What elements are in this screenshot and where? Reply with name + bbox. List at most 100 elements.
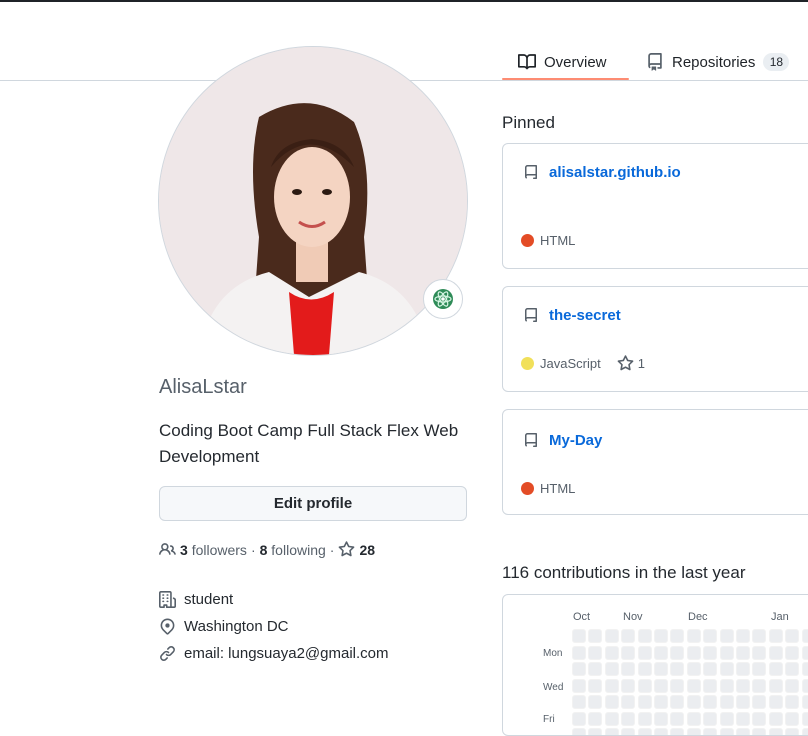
contribution-day-cell[interactable] [703,645,718,660]
contribution-day-cell[interactable] [654,645,668,660]
contribution-day-cell[interactable] [670,662,685,676]
status-badge[interactable] [423,279,463,319]
contribution-day-cell[interactable] [686,728,701,735]
contribution-day-cell[interactable] [752,629,767,643]
contribution-day-cell[interactable] [604,629,619,643]
contribution-day-cell[interactable] [785,695,800,709]
contribution-day-cell[interactable] [637,629,652,643]
contribution-day-cell[interactable] [719,728,734,735]
contribution-day-cell[interactable] [752,645,767,660]
contribution-day-cell[interactable] [703,662,718,676]
contribution-day-cell[interactable] [703,728,718,735]
contribution-day-cell[interactable] [752,695,767,709]
contribution-day-cell[interactable] [686,678,701,693]
contribution-day-cell[interactable] [670,629,685,643]
contribution-day-cell[interactable] [637,695,652,709]
contribution-day-cell[interactable] [686,662,701,676]
contribution-day-cell[interactable] [670,678,685,693]
contribution-day-cell[interactable] [719,645,734,660]
contribution-day-cell[interactable] [752,711,767,726]
contribution-day-cell[interactable] [785,645,800,660]
contribution-day-cell[interactable] [686,711,701,726]
contribution-day-cell[interactable] [785,662,800,676]
contribution-day-cell[interactable] [572,678,586,693]
contribution-day-cell[interactable] [588,695,603,709]
contribution-day-cell[interactable] [719,678,734,693]
contribution-day-cell[interactable] [654,678,668,693]
contribution-day-cell[interactable] [736,645,750,660]
contribution-day-cell[interactable] [588,645,603,660]
contribution-day-cell[interactable] [604,728,619,735]
contribution-day-cell[interactable] [801,695,808,709]
tab-overview[interactable]: Overview [518,44,607,80]
contribution-day-cell[interactable] [588,629,603,643]
contribution-day-cell[interactable] [604,678,619,693]
contribution-day-cell[interactable] [588,662,603,676]
contribution-day-cell[interactable] [768,645,783,660]
edit-profile-button[interactable]: Edit profile [159,486,467,521]
contribution-day-cell[interactable] [604,711,619,726]
stars-link[interactable]: 28 [338,541,375,558]
contribution-day-cell[interactable] [768,695,783,709]
email-text[interactable]: email: lungsuaya2@gmail.com [184,645,389,662]
following-link[interactable]: 8 following [260,542,326,558]
contribution-day-cell[interactable] [719,695,734,709]
contribution-day-cell[interactable] [670,695,685,709]
contribution-day-cell[interactable] [588,728,603,735]
contribution-day-cell[interactable] [621,695,636,709]
contribution-day-cell[interactable] [654,728,668,735]
contribution-day-cell[interactable] [801,728,808,735]
contribution-day-cell[interactable] [752,678,767,693]
contribution-day-cell[interactable] [801,645,808,660]
contribution-day-cell[interactable] [572,728,586,735]
contribution-day-cell[interactable] [572,662,586,676]
tab-repositories[interactable]: Repositories 18 [646,44,790,80]
contribution-day-cell[interactable] [752,662,767,676]
contribution-day-cell[interactable] [785,711,800,726]
contribution-day-cell[interactable] [785,728,800,735]
contribution-day-cell[interactable] [719,711,734,726]
contribution-day-cell[interactable] [785,629,800,643]
contribution-day-cell[interactable] [621,711,636,726]
contribution-day-cell[interactable] [588,711,603,726]
contribution-day-cell[interactable] [572,629,586,643]
avatar[interactable] [159,47,467,355]
avatar-container[interactable] [159,47,467,355]
contribution-day-cell[interactable] [801,662,808,676]
contribution-day-cell[interactable] [621,645,636,660]
contribution-day-cell[interactable] [736,662,750,676]
contribution-day-cell[interactable] [703,678,718,693]
contribution-day-cell[interactable] [604,695,619,709]
contribution-day-cell[interactable] [572,695,586,709]
contribution-day-cell[interactable] [621,678,636,693]
contribution-day-cell[interactable] [736,629,750,643]
contribution-day-cell[interactable] [637,728,652,735]
contribution-day-cell[interactable] [686,695,701,709]
contribution-day-cell[interactable] [752,728,767,735]
repo-link[interactable]: My-Day [549,432,602,449]
contribution-day-cell[interactable] [604,662,619,676]
followers-link[interactable]: 3 followers [180,542,247,558]
repo-stars[interactable]: 1 [617,355,645,372]
contribution-day-cell[interactable] [654,629,668,643]
contribution-day-cell[interactable] [654,711,668,726]
contribution-day-cell[interactable] [768,629,783,643]
contribution-day-cell[interactable] [637,678,652,693]
repo-link[interactable]: alisalstar.github.io [549,164,681,181]
contribution-day-cell[interactable] [719,629,734,643]
email-item[interactable]: email: lungsuaya2@gmail.com [159,640,389,667]
contribution-day-cell[interactable] [801,629,808,643]
contribution-day-cell[interactable] [719,662,734,676]
contribution-day-cell[interactable] [703,629,718,643]
contribution-day-cell[interactable] [670,728,685,735]
contribution-day-cell[interactable] [621,662,636,676]
contribution-day-cell[interactable] [670,645,685,660]
contribution-day-cell[interactable] [621,629,636,643]
contribution-day-cell[interactable] [686,629,701,643]
repo-link[interactable]: the-secret [549,307,621,324]
contribution-day-cell[interactable] [686,645,701,660]
contribution-day-cell[interactable] [768,662,783,676]
contribution-day-cell[interactable] [572,645,586,660]
contribution-day-cell[interactable] [736,728,750,735]
contribution-day-cell[interactable] [703,695,718,709]
